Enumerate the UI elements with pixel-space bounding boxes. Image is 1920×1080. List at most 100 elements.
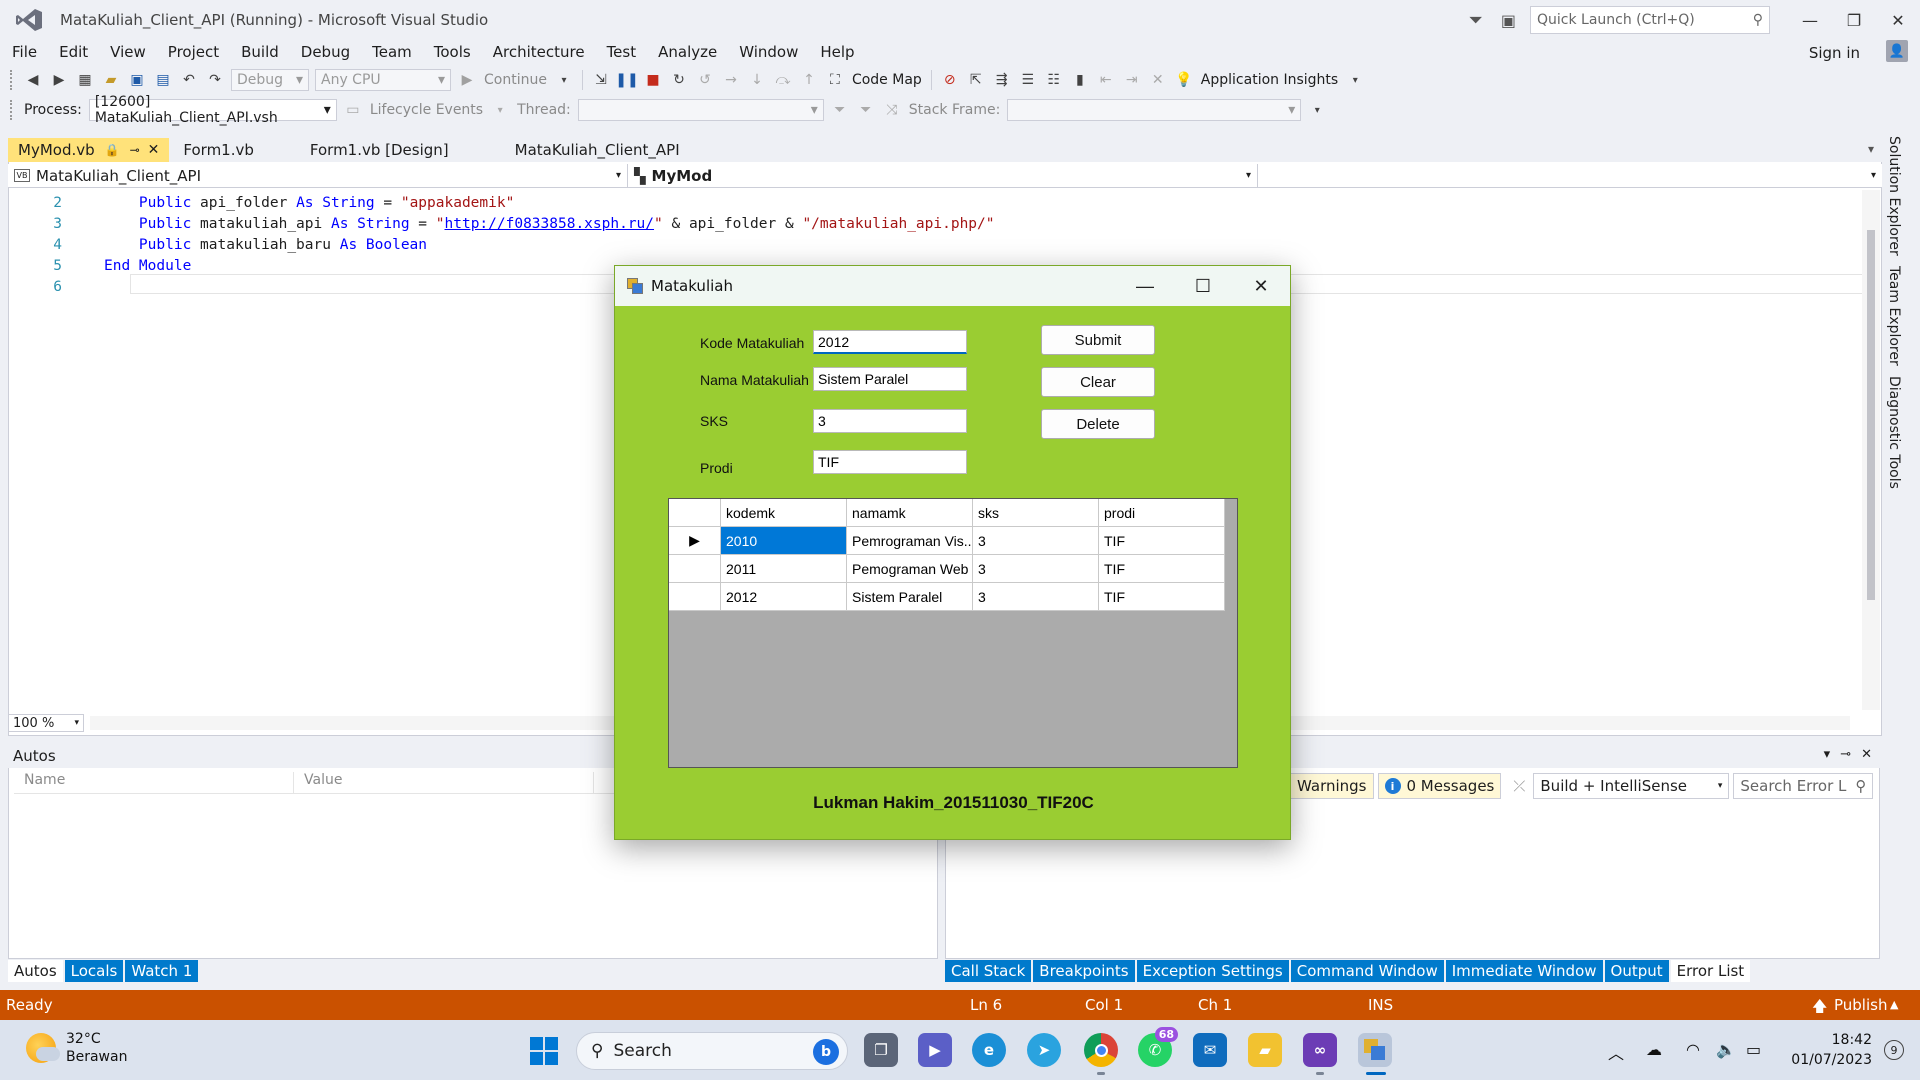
menu-architecture[interactable]: Architecture [482,43,596,61]
chevron-up-icon[interactable]: ▲ [1890,998,1898,1011]
forward-icon[interactable]: ▶ [48,69,70,91]
dialog-title-bar[interactable]: Matakuliah — ☐ ✕ [615,266,1290,306]
show-hidden-icons-chevron-up-icon[interactable]: ︿ [1608,1040,1624,1064]
thread-filter-icon[interactable]: ⇱ [965,69,987,91]
warnings-filter-button[interactable]: Warnings [1290,773,1374,799]
value-column-header[interactable]: Value [294,772,594,793]
pane-options-icon[interactable]: ▾ [1824,747,1831,762]
matakuliah-data-grid[interactable]: kodemk namamk sks prodi ▶ 2010 Pemrogram… [668,498,1238,768]
close-icon[interactable]: ✕ [1861,747,1872,762]
grid-cell[interactable]: Pemrograman Vis... [847,527,973,555]
name-column-header[interactable]: Name [14,772,294,793]
bing-icon[interactable]: b [813,1039,839,1065]
break-all-icon[interactable]: ❚❚ [615,69,638,91]
whatsapp-icon[interactable]: ✆ 68 [1138,1027,1178,1067]
application-insights-icon[interactable]: 💡 [1173,69,1195,91]
table-row[interactable]: ▶ 2010 Pemrograman Vis... 3 TIF [669,527,1225,555]
back-icon[interactable]: ◀ [22,69,44,91]
undo-icon[interactable]: ↶ [178,69,200,91]
dialog-minimize-button[interactable]: — [1116,266,1174,306]
threads-icon[interactable]: ⇶ [991,69,1013,91]
start-button-windows-icon[interactable] [530,1037,558,1065]
winforms-app-taskbar-icon[interactable] [1358,1033,1392,1067]
tab-form1-vb[interactable]: Form1.vb [173,138,264,162]
tab-mymod-vb[interactable]: MyMod.vb 🔒 ⊸ ✕ [8,138,170,162]
close-tab-icon[interactable]: ✕ [148,142,160,158]
next-bookmark-icon[interactable]: ⇥ [1121,69,1143,91]
menu-edit[interactable]: Edit [48,43,99,61]
messages-filter-button[interactable]: i0 Messages [1377,773,1502,799]
menu-debug[interactable]: Debug [290,43,361,61]
tab-call-stack[interactable]: Call Stack [945,960,1032,982]
sign-in-link[interactable]: Sign in [1809,44,1860,62]
restart-icon[interactable]: ↻ [668,69,690,91]
grid-cell[interactable]: 2011 [721,555,847,583]
type-dropdown[interactable]: ▚ MyMod ▾ [628,164,1258,187]
grid-cell[interactable]: 3 [973,583,1099,611]
file-explorer-icon[interactable]: ▰ [1248,1033,1282,1067]
chrome-icon[interactable] [1084,1033,1118,1067]
restore-button[interactable]: ❐ [1832,0,1876,40]
submit-button[interactable]: Submit [1041,325,1155,355]
application-insights-button[interactable]: Application Insights [1201,72,1338,88]
pin-icon[interactable]: ⊸ [130,143,140,157]
close-button[interactable]: ✕ [1876,0,1920,40]
url-link[interactable]: http://f0833858.xsph.ru/ [445,216,655,232]
telegram-icon[interactable]: ➤ [1027,1033,1061,1067]
save-all-icon[interactable]: ▤ [152,69,174,91]
current-row-indicator-icon[interactable]: ▶ [669,527,721,555]
tab-project-properties[interactable]: MataKuliah_Client_API [505,138,690,162]
toggle-historical-icon[interactable]: ⤨ [881,99,903,121]
open-folder-icon[interactable]: ▰ [100,69,122,91]
menu-view[interactable]: View [99,43,157,61]
tab-form1-design[interactable]: Form1.vb [Design] [300,138,459,162]
grid-cell[interactable]: 2012 [721,583,847,611]
account-icon[interactable]: 👤 [1886,40,1908,62]
publish-arrow-icon[interactable]: 🡅 [1812,996,1827,1021]
stop-debugging-icon[interactable]: ■ [642,69,664,91]
onedrive-cloud-icon[interactable]: ☁ [1646,1040,1662,1059]
toolbar-grip[interactable] [10,100,16,120]
chevron-down-icon[interactable]: ▾ [489,99,511,121]
taskbar-search-box[interactable]: ⚲ Search b [576,1032,848,1070]
nama-matakuliah-input[interactable] [813,367,967,391]
minimize-button[interactable]: — [1788,0,1832,40]
tab-autos[interactable]: Autos [8,960,63,982]
thread-dropdown[interactable]: ▾ [577,99,824,121]
new-project-icon[interactable]: ▦ [74,69,96,91]
lifecycle-events-icon[interactable]: ▭ [342,99,364,121]
mail-icon[interactable]: ✉ [1193,1033,1227,1067]
member-dropdown[interactable]: ▾ [1258,164,1882,187]
show-next-statement-icon[interactable]: ↺ [694,69,716,91]
sks-input[interactable] [813,409,967,433]
tab-locals[interactable]: Locals [64,960,124,982]
step-into-target-icon[interactable]: ⇲ [590,69,612,91]
volume-icon[interactable]: 🔈 [1716,1040,1736,1059]
grid-cell[interactable]: 3 [973,555,1099,583]
task-view-icon[interactable]: ❐ [864,1033,898,1067]
system-clock[interactable]: 18:42 01/07/2023 [1791,1030,1872,1070]
scrollbar-thumb[interactable] [1867,230,1875,600]
build-filter-dropdown[interactable]: Build + IntelliSense ▾ [1533,773,1730,799]
outdent-icon[interactable]: ☷ [1043,69,1065,91]
clear-filter-icon[interactable]: ⤫ [1513,777,1525,795]
stack-frame-dropdown[interactable]: ▾ [1007,99,1302,121]
filter-icon[interactable]: ⏷ [1468,10,1482,31]
prev-bookmark-icon[interactable]: ⇤ [1095,69,1117,91]
pin-icon[interactable]: ⊸ [1840,747,1851,762]
grid-cell[interactable]: Pemograman Web [847,555,973,583]
grid-cell[interactable]: 3 [973,527,1099,555]
battery-icon[interactable]: ▭ [1746,1040,1761,1059]
kode-matakuliah-input[interactable] [813,330,967,354]
chevron-down-icon[interactable]: ▾ [1344,69,1366,91]
flag-all-threads-icon[interactable]: ⏷ [855,99,877,121]
teams-chat-icon[interactable]: ▶ [918,1033,952,1067]
tab-error-list[interactable]: Error List [1670,960,1751,982]
step-out-icon[interactable]: ↑ [798,69,820,91]
column-header-namamk[interactable]: namamk [847,499,973,527]
code-map-button[interactable]: Code Map [852,72,922,88]
publish-button[interactable]: Publish [1834,996,1887,1014]
solution-explorer-tab[interactable]: Solution Explorer [1886,136,1902,256]
code-map-icon[interactable]: ⛶ [824,69,846,91]
save-icon[interactable]: ▣ [126,69,148,91]
